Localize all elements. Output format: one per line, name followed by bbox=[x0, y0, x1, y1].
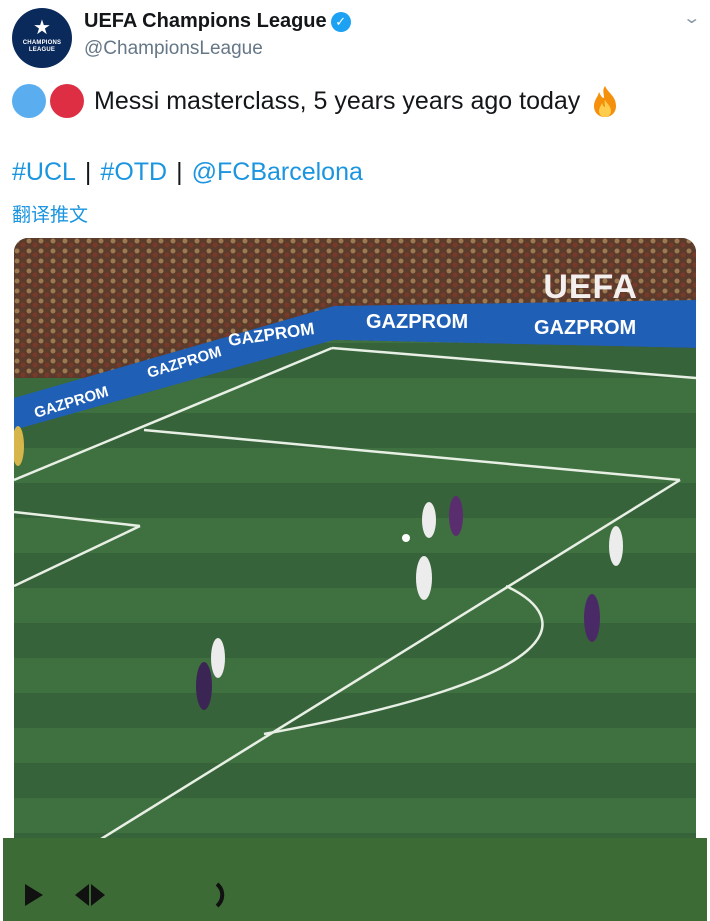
verified-badge-icon: ✓ bbox=[330, 11, 351, 32]
link-separator: | bbox=[84, 158, 92, 186]
hashtag-ucl-link[interactable]: #UCL bbox=[12, 158, 76, 187]
translate-tweet-link[interactable]: 翻译推文 bbox=[12, 200, 88, 227]
tweet-text: Messi masterclass, 5 years years ago tod… bbox=[12, 84, 620, 118]
video-player[interactable]: GAZPROM GAZPROM GAZPROM GAZPROM GAZPROM bbox=[14, 238, 696, 838]
ad-board-text: GAZPROM bbox=[366, 311, 468, 333]
volume-icon[interactable] bbox=[215, 882, 225, 908]
uefa-watermark: UEFA bbox=[543, 268, 638, 306]
avatar-label: CHAMPIONS LEAGUE bbox=[22, 40, 62, 53]
user-handle[interactable]: @ChampionsLeague bbox=[84, 38, 263, 60]
blue-circle-icon bbox=[12, 84, 46, 118]
video-controls bbox=[3, 838, 707, 921]
hashtag-otd-link[interactable]: #OTD bbox=[100, 158, 167, 187]
chevron-down-icon[interactable]: ⌄ bbox=[682, 8, 701, 28]
rewind-icon[interactable] bbox=[73, 882, 107, 908]
ball bbox=[402, 534, 410, 542]
fire-icon bbox=[590, 84, 620, 118]
tweet-links: #UCL | #OTD | @FCBarcelona bbox=[12, 158, 363, 187]
pitch bbox=[14, 340, 696, 838]
play-icon[interactable] bbox=[23, 882, 45, 908]
avatar[interactable]: ★ CHAMPIONS LEAGUE bbox=[12, 8, 72, 68]
tweet-body: Messi masterclass, 5 years years ago tod… bbox=[94, 86, 581, 115]
tweet-header: ★ CHAMPIONS LEAGUE UEFA Champions League… bbox=[12, 8, 702, 70]
starball-icon: ★ bbox=[33, 17, 51, 39]
link-separator: | bbox=[176, 158, 183, 186]
name-row: UEFA Champions League ✓ bbox=[84, 10, 351, 33]
red-circle-icon bbox=[50, 84, 84, 118]
mention-fcbarcelona-link[interactable]: @FCBarcelona bbox=[192, 158, 363, 187]
display-name[interactable]: UEFA Champions League bbox=[84, 10, 327, 33]
video-frame: GAZPROM GAZPROM GAZPROM GAZPROM GAZPROM bbox=[14, 238, 696, 838]
ad-board-text: GAZPROM bbox=[534, 317, 636, 339]
